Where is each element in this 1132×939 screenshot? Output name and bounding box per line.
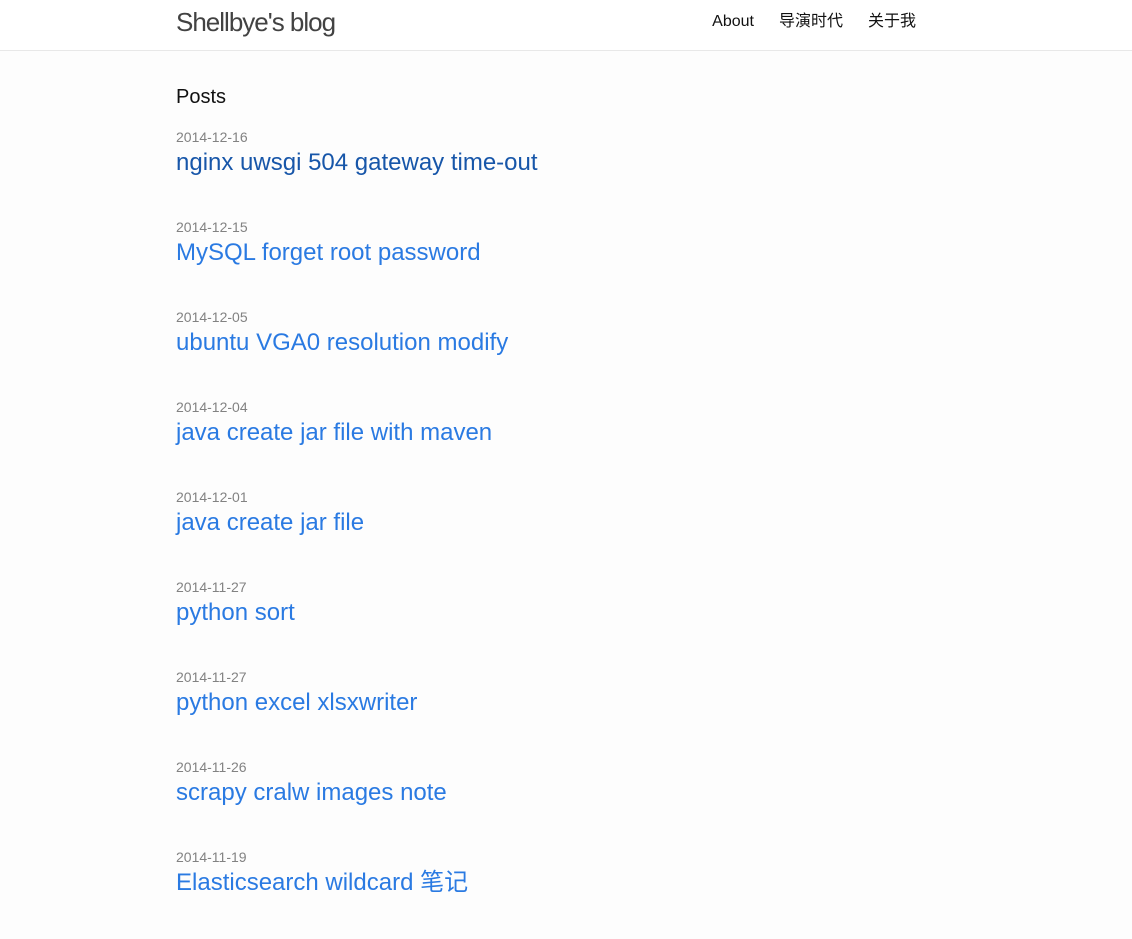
nav-link-director-era[interactable]: 导演时代	[779, 12, 843, 32]
post-list-item: 2014-12-15 MySQL forget root password	[176, 219, 916, 309]
post-list-item: 2014-11-26 scrapy cralw images note	[176, 759, 916, 849]
post-list-item: 2014-12-16 nginx uwsgi 504 gateway time-…	[176, 129, 916, 219]
post-list-item: 2014-12-01 java create jar file	[176, 489, 916, 579]
post-date: 2014-12-16	[176, 129, 248, 145]
post-list: 2014-12-16 nginx uwsgi 504 gateway time-…	[176, 129, 916, 939]
site-header: Shellbye's blog About 导演时代 关于我	[0, 0, 1132, 51]
post-list-item: 2014-11-27 python excel xlsxwriter	[176, 669, 916, 759]
post-list-item: 2014-12-05 ubuntu VGA0 resolution modify	[176, 309, 916, 399]
post-list-item: 2014-11-27 python sort	[176, 579, 916, 669]
post-list-heading: Posts	[176, 86, 227, 108]
post-link[interactable]: MySQL forget root password	[176, 238, 916, 268]
post-date: 2014-12-05	[176, 309, 248, 325]
post-link[interactable]: Elasticsearch wildcard 笔记	[176, 868, 916, 898]
post-list-item: 2014-12-04 java create jar file with mav…	[176, 399, 916, 489]
post-list-item: 2014-11-19 Elasticsearch wildcard 笔记	[176, 849, 916, 939]
site-nav: About 导演时代 关于我	[712, 12, 916, 32]
post-link[interactable]: ubuntu VGA0 resolution modify	[176, 328, 916, 358]
post-date: 2014-11-27	[176, 669, 247, 685]
post-link[interactable]: java create jar file with maven	[176, 418, 916, 448]
content-wrapper: Posts 2014-12-16 nginx uwsgi 504 gateway…	[176, 85, 916, 939]
page-content: Posts 2014-12-16 nginx uwsgi 504 gateway…	[0, 51, 1132, 939]
post-date: 2014-11-26	[176, 759, 247, 775]
post-date: 2014-12-01	[176, 489, 248, 505]
post-link[interactable]: python excel xlsxwriter	[176, 688, 916, 718]
post-date: 2014-11-27	[176, 579, 247, 595]
nav-link-about-me[interactable]: 关于我	[868, 12, 916, 32]
post-date: 2014-11-19	[176, 849, 247, 865]
nav-link-about[interactable]: About	[712, 12, 754, 32]
post-date: 2014-12-04	[176, 399, 248, 415]
post-date: 2014-12-15	[176, 219, 248, 235]
site-title-link[interactable]: Shellbye's blog	[176, 6, 336, 38]
post-link[interactable]: nginx uwsgi 504 gateway time-out	[176, 148, 916, 178]
post-link[interactable]: scrapy cralw images note	[176, 778, 916, 808]
post-link[interactable]: python sort	[176, 598, 916, 628]
post-link[interactable]: java create jar file	[176, 508, 916, 538]
